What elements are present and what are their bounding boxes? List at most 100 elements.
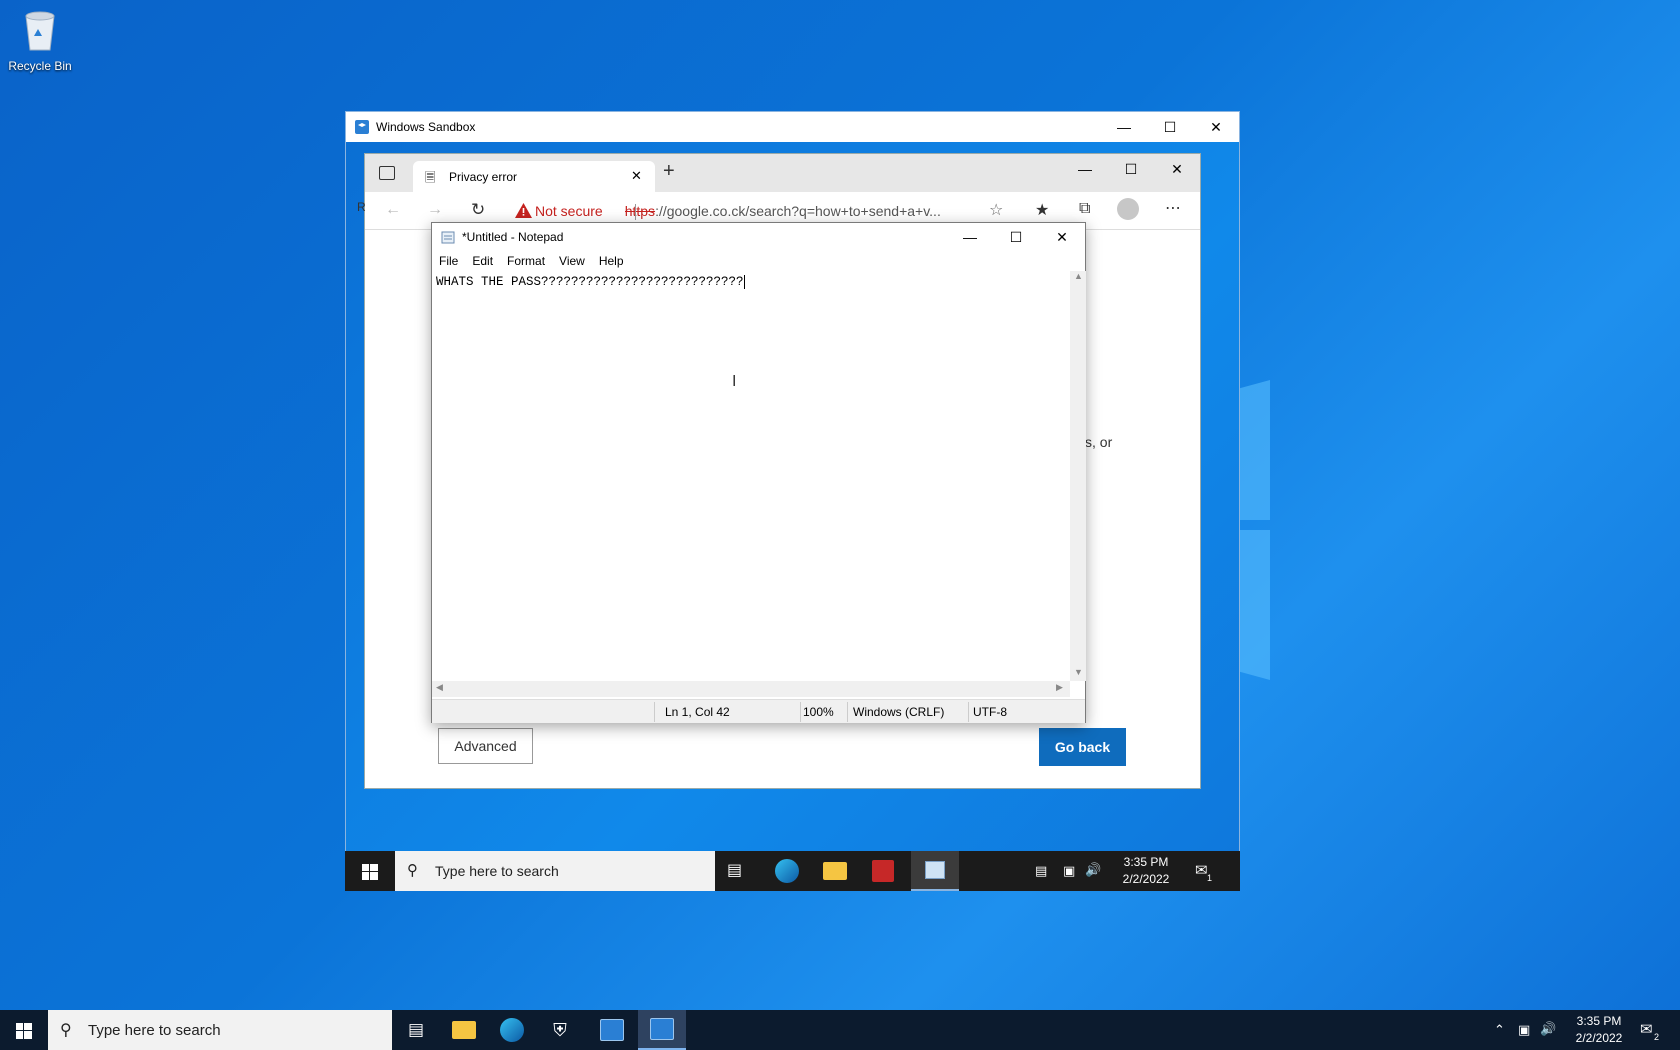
url-text: https://google.co.ck/search?q=how+to+sen… [625,203,945,219]
notification-icon[interactable]: ✉ [1640,1020,1653,1038]
clock[interactable]: 3:35 PM 2/2/2022 [1566,1013,1632,1047]
scroll-left-icon[interactable]: ◀ [436,682,443,693]
address-divider [635,204,636,220]
tab-title: Privacy error [449,170,518,184]
sandbox-time: 3:35 PM [1123,855,1169,869]
shield-icon: ⛨ [553,1019,567,1040]
news-icon[interactable]: ▤ [1035,863,1047,879]
network-icon[interactable]: ▣ [1518,1022,1530,1038]
sandbox-search-box[interactable]: ⚲ Type here to search [395,851,715,891]
recycle-bin[interactable]: Recycle Bin [4,8,76,73]
more-options-icon[interactable]: ⋯ [1165,198,1181,218]
status-position: Ln 1, Col 42 [665,705,730,719]
scroll-right-icon[interactable]: ▶ [1056,682,1063,693]
network-icon[interactable]: ▣ [1063,863,1075,879]
start-icon[interactable] [16,1023,32,1039]
vertical-scrollbar[interactable]: ▲ ▼ [1070,271,1086,681]
notification-icon[interactable]: ✉ [1195,861,1208,879]
advanced-button[interactable]: Advanced [438,728,533,764]
forward-icon[interactable]: → [427,201,443,219]
favorites-icon[interactable]: ★ [1035,200,1049,220]
sandbox-app-icon [355,120,369,134]
sandbox-close-button[interactable]: ✕ [1193,112,1239,142]
notepad-taskbar-icon [925,861,945,879]
status-encoding: UTF-8 [973,705,1007,719]
sandbox-button-2[interactable] [638,1010,686,1050]
file-explorer-icon [452,1021,476,1039]
edge-minimize-button[interactable]: — [1062,154,1108,184]
menu-help[interactable]: Help [599,254,624,268]
file-explorer-button[interactable] [440,1010,488,1050]
go-back-button[interactable]: Go back [1039,728,1126,766]
sandbox-start-icon[interactable] [362,864,378,880]
tab-privacy-error[interactable]: 🗏 Privacy error ✕ [413,161,655,193]
sandbox-clock[interactable]: 3:35 PM 2/2/2022 [1115,854,1177,888]
add-favorite-icon[interactable]: ☆ [989,200,1003,220]
edge-taskbar-icon[interactable] [775,859,799,883]
back-icon[interactable]: ← [385,201,401,219]
notepad-window: *Untitled - Notepad — ☐ ✕ File Edit Form… [431,222,1086,723]
sandbox-maximize-button[interactable]: ☐ [1147,112,1193,142]
sandbox-button-1[interactable] [588,1010,636,1050]
notepad-menubar: File Edit Format View Help [432,251,1085,271]
tab-close-icon[interactable]: ✕ [631,168,642,184]
collections-icon[interactable]: ⧉ [1079,200,1090,218]
notepad-text-area[interactable]: WHATS THE PASS??????????????????????????… [432,271,1072,681]
notepad-minimize-button[interactable]: — [947,223,993,251]
page-fragment: R [357,200,366,214]
notepad-content: WHATS THE PASS??????????????????????????… [436,275,744,289]
horizontal-scrollbar[interactable]: ◀ ▶ [432,681,1070,697]
edge-close-button[interactable]: ✕ [1154,154,1200,184]
tab-actions-icon[interactable] [379,166,395,180]
notepad-close-button[interactable]: ✕ [1039,223,1085,251]
recycle-bin-label: Recycle Bin [8,59,72,73]
notepad-maximize-button[interactable]: ☐ [993,223,1039,251]
security-button[interactable]: ⛨ [536,1010,584,1050]
notepad-taskbar-button[interactable] [911,851,959,891]
text-caret: ​ [743,275,745,289]
time: 3:35 PM [1576,1014,1622,1028]
scroll-up-icon[interactable]: ▲ [1074,271,1083,281]
date: 2/2/2022 [1575,1031,1623,1045]
sandbox-minimize-button[interactable]: — [1101,112,1147,142]
new-tab-button[interactable]: + [663,160,675,183]
edge-button[interactable] [488,1010,536,1050]
menu-edit[interactable]: Edit [472,254,493,268]
file-explorer-icon[interactable] [823,862,847,880]
status-line-endings: Windows (CRLF) [853,705,945,719]
notification-count: 1 [1207,873,1213,883]
task-view-button[interactable]: ▤ [392,1010,440,1050]
sandbox-date: 2/2/2022 [1122,872,1170,886]
menu-format[interactable]: Format [507,254,545,268]
chevron-up-icon[interactable]: ⌃ [1494,1022,1505,1038]
task-view-icon[interactable]: ▤ [727,860,742,880]
volume-icon[interactable]: 🔊 [1540,1021,1556,1037]
sandbox-taskbar: ⚲ Type here to search ▤ ▤ ▣ 🔊 3:35 PM 2/… [345,851,1240,891]
profile-avatar[interactable] [1117,198,1139,220]
edge-maximize-button[interactable]: ☐ [1108,154,1154,184]
sandbox-titlebar[interactable]: Windows Sandbox — ☐ ✕ [346,112,1239,142]
menu-file[interactable]: File [439,254,458,268]
taskbar: ⚲ Type here to search ▤ ⛨ ⌃ ▣ 🔊 3:35 PM … [0,1010,1680,1050]
notification-count: 2 [1654,1032,1660,1042]
recycle-bin-icon [25,11,55,51]
status-divider [800,702,801,722]
sandbox-icon [600,1019,624,1041]
notepad-app-icon [441,231,455,244]
url-scheme: https [624,203,656,219]
status-divider [847,702,848,722]
not-secure-label: Not secure [535,203,603,219]
menu-view[interactable]: View [559,254,585,268]
volume-icon[interactable]: 🔊 [1085,862,1101,878]
status-divider [968,702,969,722]
task-view-icon: ▤ [407,1020,425,1039]
scroll-down-icon[interactable]: ▼ [1074,667,1083,677]
search-icon: ⚲ [407,862,418,879]
refresh-icon[interactable]: ↻ [471,200,485,220]
page-icon: 🗏 [425,170,436,185]
app-toolbox-icon[interactable] [872,860,894,882]
notepad-titlebar[interactable]: *Untitled - Notepad — ☐ ✕ [432,223,1085,251]
search-box[interactable]: ⚲ Type here to search [48,1010,392,1050]
status-zoom: 100% [803,705,834,719]
edge-tab-strip: 🗏 Privacy error ✕ + — ☐ ✕ [365,154,1200,193]
